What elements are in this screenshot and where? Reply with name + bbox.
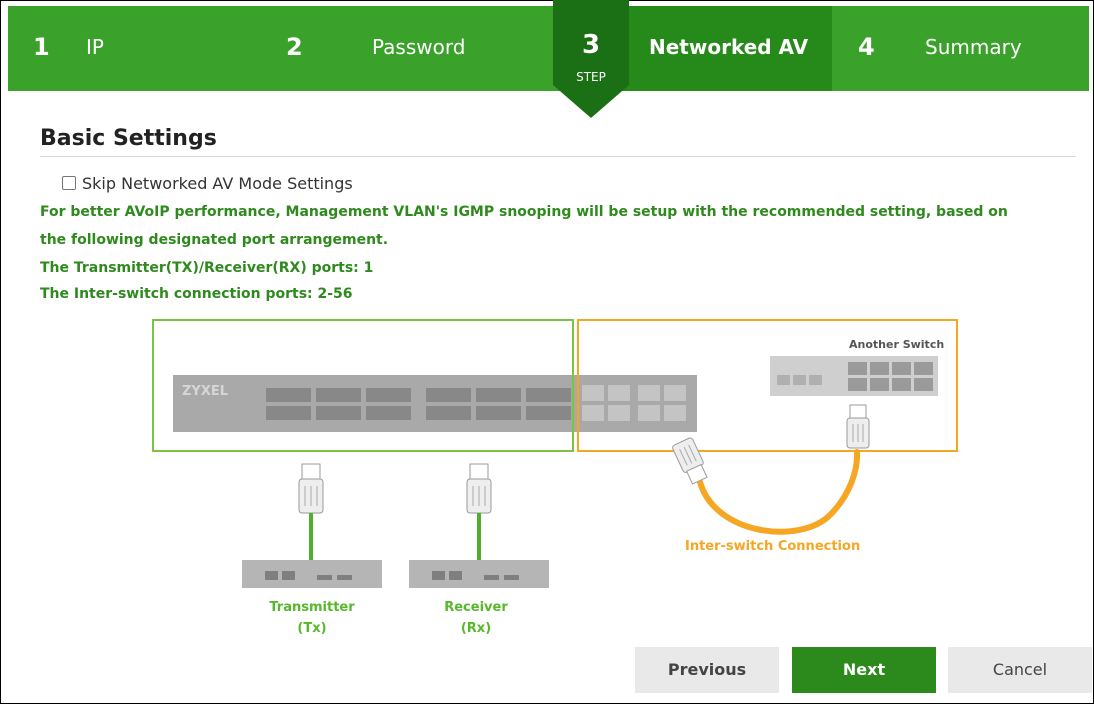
receiver-connector bbox=[466, 463, 492, 514]
main-switch-body bbox=[173, 375, 697, 432]
next-button[interactable]: Next bbox=[792, 647, 936, 693]
inter-switch-label: Inter-switch Connection bbox=[685, 539, 860, 554]
networked-av-diagram: ZYXEL Another Switch Inter-switch Connec… bbox=[152, 319, 958, 636]
inter-switch-cable bbox=[697, 449, 861, 535]
transmitter-connector bbox=[298, 463, 324, 514]
transmitter-label: Transmitter bbox=[269, 600, 355, 615]
cancel-button[interactable]: Cancel bbox=[948, 647, 1092, 693]
receiver-device bbox=[409, 560, 549, 588]
another-switch-label: Another Switch bbox=[849, 338, 944, 351]
connector-right bbox=[846, 404, 870, 449]
previous-button[interactable]: Previous bbox=[635, 647, 779, 693]
receiver-label: Receiver bbox=[444, 600, 508, 615]
switch-brand-logo: ZYXEL bbox=[182, 384, 228, 399]
transmitter-label-abbr: (Tx) bbox=[297, 621, 326, 636]
connector-left bbox=[672, 437, 708, 485]
receiver-label-abbr: (Rx) bbox=[461, 621, 491, 636]
transmitter-device bbox=[242, 560, 382, 588]
